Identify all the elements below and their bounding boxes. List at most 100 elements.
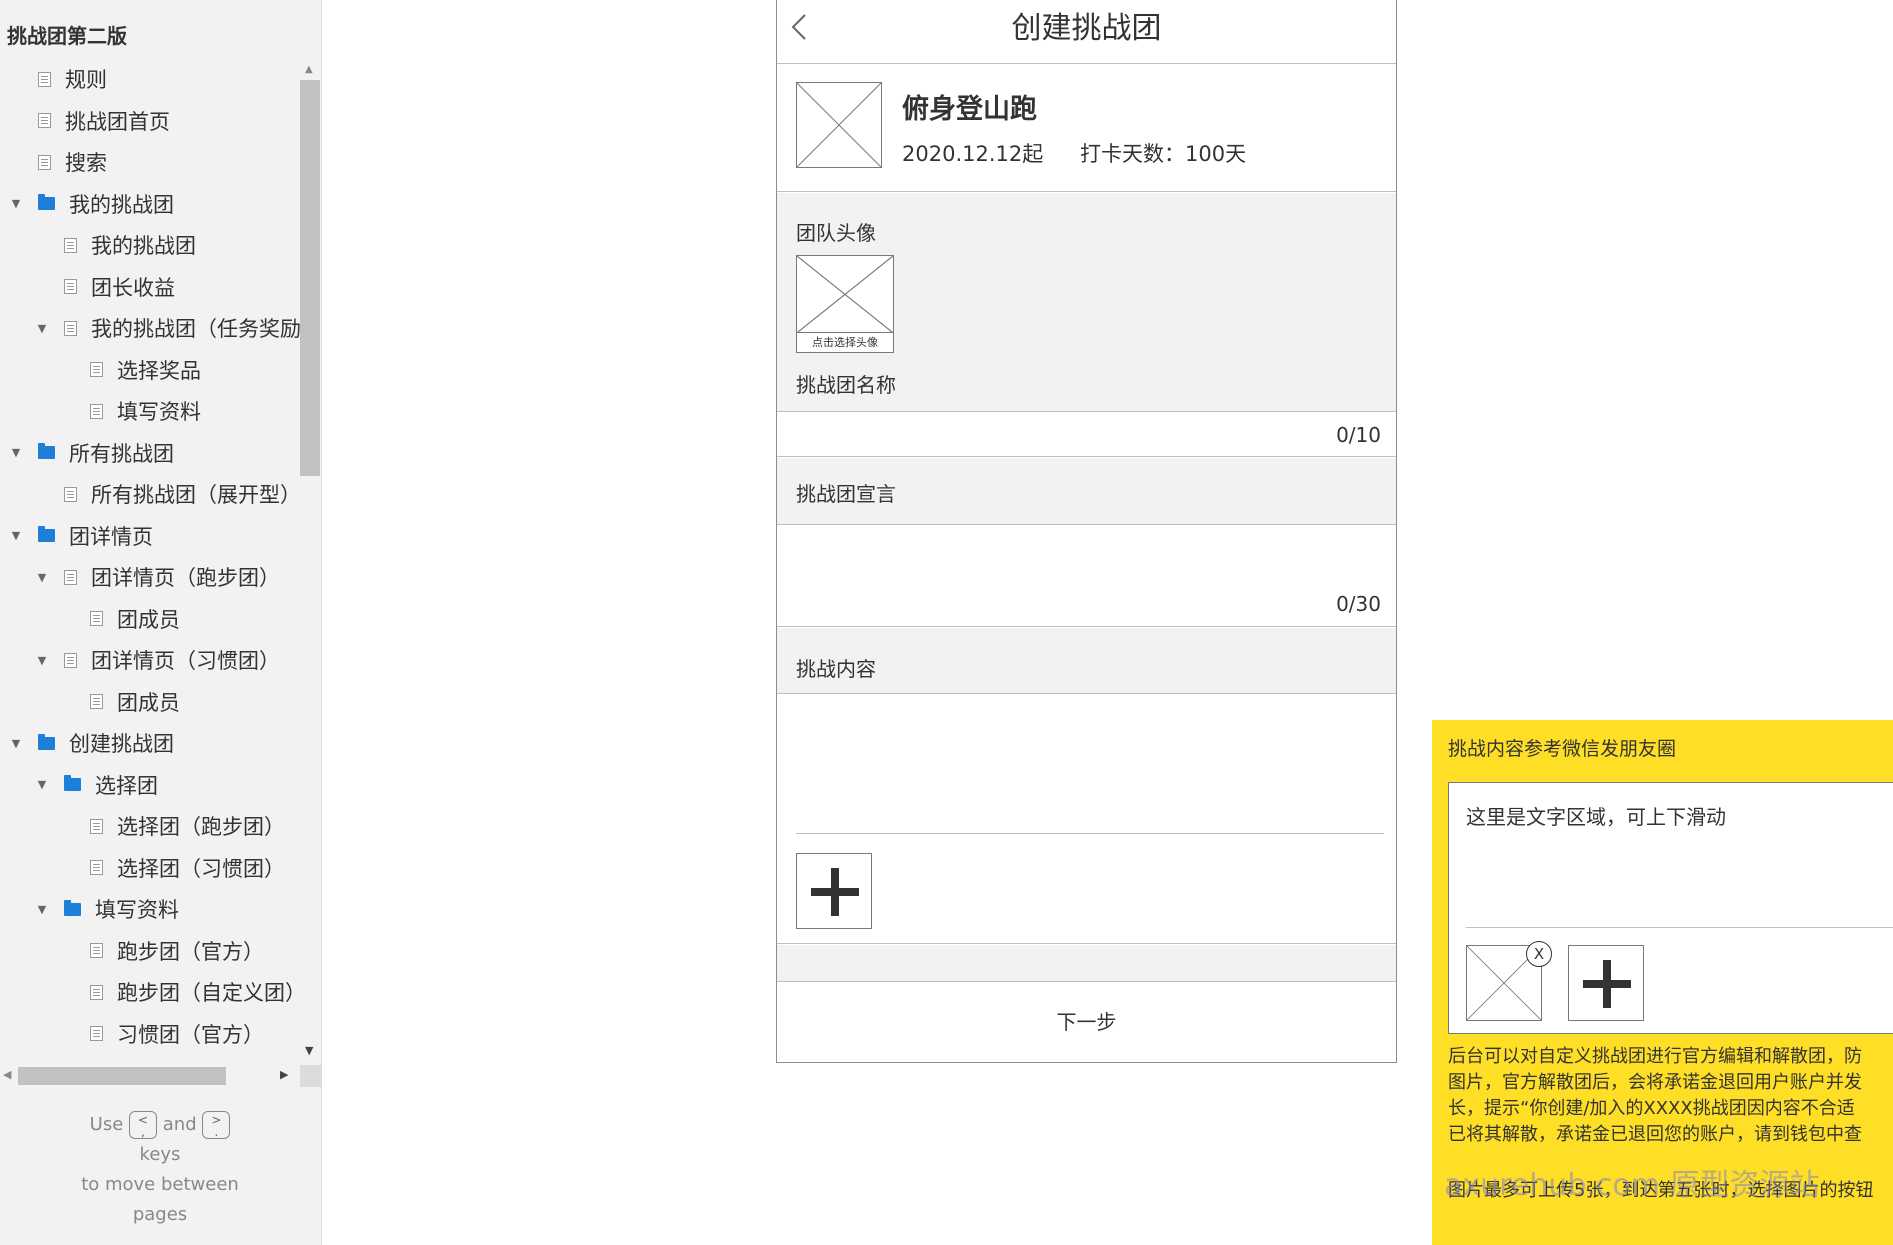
challenge-content-area[interactable]	[777, 695, 1396, 944]
sitemap-item[interactable]: ▼ 团详情页	[8, 521, 153, 551]
expand-toggle-icon[interactable]: ▼	[34, 778, 50, 791]
challenge-start-date: 2020.12.12起	[902, 142, 1044, 166]
vertical-scroll-thumb[interactable]	[300, 80, 320, 476]
avatar-picker-caption: 点击选择头像	[797, 332, 893, 352]
sitemap-item[interactable]: 选择团（习惯团）	[60, 853, 285, 883]
team-avatar-section: 团队头像 点击选择头像 挑战团名称	[777, 193, 1396, 412]
page-icon	[90, 860, 103, 875]
horizontal-scroll-thumb[interactable]	[18, 1067, 226, 1085]
folder-icon	[38, 194, 55, 210]
sitemap-item-label: 所有挑战团	[69, 441, 174, 466]
back-chevron-icon[interactable]	[787, 12, 811, 42]
sitemap-item[interactable]: ▼ 创建挑战团	[8, 728, 174, 758]
sitemap-item[interactable]: ▼ 填写资料	[34, 894, 179, 924]
next-step-button[interactable]: 下一步	[777, 982, 1396, 1062]
challenge-summary-card: 俯身登山跑 2020.12.12起 打卡天数：100天	[777, 64, 1396, 192]
scrollbar-corner	[300, 1065, 322, 1087]
sitemap-item[interactable]: 所有挑战团（展开型）	[34, 479, 300, 509]
sitemap-item[interactable]: 习惯团（官方）	[60, 1019, 264, 1049]
expand-toggle-icon[interactable]: ▼	[8, 446, 24, 459]
page-icon	[90, 1026, 103, 1041]
sitemap-item[interactable]: 挑战团首页	[8, 106, 170, 136]
note-body-line: 长，提示“你创建/加入的XXXX挑战团因内容不合适	[1448, 1098, 1855, 1119]
sitemap-item[interactable]: 团成员	[60, 687, 180, 717]
page-icon	[90, 403, 103, 419]
hint-keys: keys	[139, 1144, 181, 1165]
sitemap-item[interactable]: ▼ 我的挑战团（任务奖励）	[34, 313, 300, 343]
content-divider	[796, 833, 1384, 834]
sitemap-item-label: 填写资料	[95, 898, 179, 922]
page-icon	[90, 611, 103, 626]
page-title: 创建挑战团	[1011, 11, 1162, 46]
sitemap-item[interactable]: 跑步团（官方）	[60, 936, 264, 966]
page-icon	[64, 569, 77, 585]
note-body-line: 已将其解散，承诺金已退回您的账户，请到钱包中查	[1448, 1124, 1862, 1145]
nav-bar: 创建挑战团	[777, 0, 1396, 64]
expand-toggle-icon[interactable]: ▼	[8, 737, 24, 750]
note-add-image-button[interactable]	[1568, 945, 1644, 1021]
sitemap-item[interactable]: 团成员	[60, 604, 180, 634]
manifesto-label: 挑战团宣言	[796, 482, 896, 506]
expand-toggle-icon[interactable]: ▼	[34, 571, 50, 584]
sitemap-item[interactable]: 跑步团（自定义团）	[60, 977, 300, 1007]
sitemap-item[interactable]: 选择奖品	[60, 355, 201, 385]
next-key-icon: >.	[202, 1111, 231, 1139]
remove-image-icon[interactable]: X	[1526, 941, 1552, 967]
team-name-counter: 0/10	[1336, 423, 1381, 447]
sitemap-item[interactable]: 我的挑战团	[34, 230, 196, 260]
manifesto-textarea[interactable]: 0/30	[777, 526, 1396, 627]
sitemap-item[interactable]: ▼ 我的挑战团	[8, 189, 174, 219]
sitemap-item[interactable]: ▼ 所有挑战团	[8, 438, 174, 468]
sitemap-item[interactable]: 选择团（跑步团）	[60, 811, 285, 841]
page-icon	[38, 113, 51, 128]
expand-toggle-icon[interactable]: ▼	[8, 197, 24, 210]
sitemap-item-label: 填写资料	[117, 400, 201, 424]
horizontal-scrollbar[interactable]: ◀ ▶	[0, 1065, 322, 1087]
challenge-content-label: 挑战内容	[796, 657, 876, 681]
vertical-scrollbar[interactable]: ▲ ▼	[300, 62, 320, 1062]
hint-pages: pages	[132, 1204, 188, 1225]
sitemap-item-label: 选择奖品	[117, 358, 201, 383]
sitemap-sidebar: 挑战团第二版 规则 挑战团首页 搜索 ▼ 我的挑战团 我的挑战团 团长收益 ▼ 我的挑战团（任务…	[0, 0, 322, 1245]
sitemap-item-label: 选择团	[95, 773, 158, 798]
sitemap-item[interactable]: 搜索	[8, 147, 107, 177]
team-name-input[interactable]: 0/10	[777, 413, 1396, 457]
mobile-prototype-frame: 创建挑战团 俯身登山跑 2020.12.12起 打卡天数：100天 团队头像 点…	[776, 0, 1397, 1063]
add-image-button[interactable]	[796, 853, 872, 929]
folder-icon	[38, 443, 55, 459]
expand-toggle-icon[interactable]: ▼	[34, 322, 50, 335]
sitemap-item-label: 团成员	[117, 607, 180, 632]
sitemap-item[interactable]: 填写资料	[60, 396, 201, 426]
expand-toggle-icon[interactable]: ▼	[34, 903, 50, 916]
scroll-down-arrow-icon[interactable]: ▼	[305, 1044, 313, 1057]
team-avatar-picker[interactable]: 点击选择头像	[796, 255, 894, 353]
sitemap-item-label: 创建挑战团	[69, 732, 174, 756]
scroll-up-arrow-icon[interactable]: ▲	[305, 64, 313, 75]
watermark-text: axurehub.com 原型资源站	[1444, 1168, 1820, 1203]
hint-use: Use	[89, 1114, 124, 1135]
team-name-label: 挑战团名称	[796, 373, 896, 397]
expand-toggle-icon[interactable]: ▼	[8, 529, 24, 542]
page-icon	[90, 943, 103, 958]
sitemap-item-label: 规则	[65, 68, 107, 92]
expand-toggle-icon[interactable]: ▼	[34, 654, 50, 667]
sitemap-item[interactable]: ▼ 团详情页（习惯团）	[34, 645, 280, 675]
sitemap-item[interactable]: ▼ 团详情页（跑步团）	[34, 562, 280, 592]
sitemap-item[interactable]: 规则	[8, 64, 107, 94]
sitemap-item-label: 挑战团首页	[65, 109, 170, 134]
sitemap-item-label: 团成员	[117, 690, 180, 715]
team-avatar-label: 团队头像	[796, 221, 876, 245]
sitemap-item[interactable]: ▼ 选择团	[34, 770, 158, 800]
challenge-content-section: 挑战内容	[777, 628, 1396, 694]
spacer-section	[777, 945, 1396, 982]
scroll-right-arrow-icon[interactable]: ▶	[280, 1068, 288, 1081]
page-icon	[90, 694, 103, 709]
sitemap-item[interactable]: 团长收益	[34, 272, 175, 302]
page-icon	[64, 237, 77, 253]
sitemap-tree: 规则挑战团首页搜索 ▼ 我的挑战团我的挑战团团长收益 ▼ 我的挑战团（任务奖励） 选择奖品…	[0, 60, 300, 1060]
page-icon	[64, 320, 77, 336]
page-icon	[90, 984, 103, 1000]
scroll-left-arrow-icon[interactable]: ◀	[3, 1068, 11, 1081]
note-panel-divider	[1466, 927, 1893, 928]
sitemap-item-label: 我的挑战团（任务奖励）	[91, 317, 300, 341]
